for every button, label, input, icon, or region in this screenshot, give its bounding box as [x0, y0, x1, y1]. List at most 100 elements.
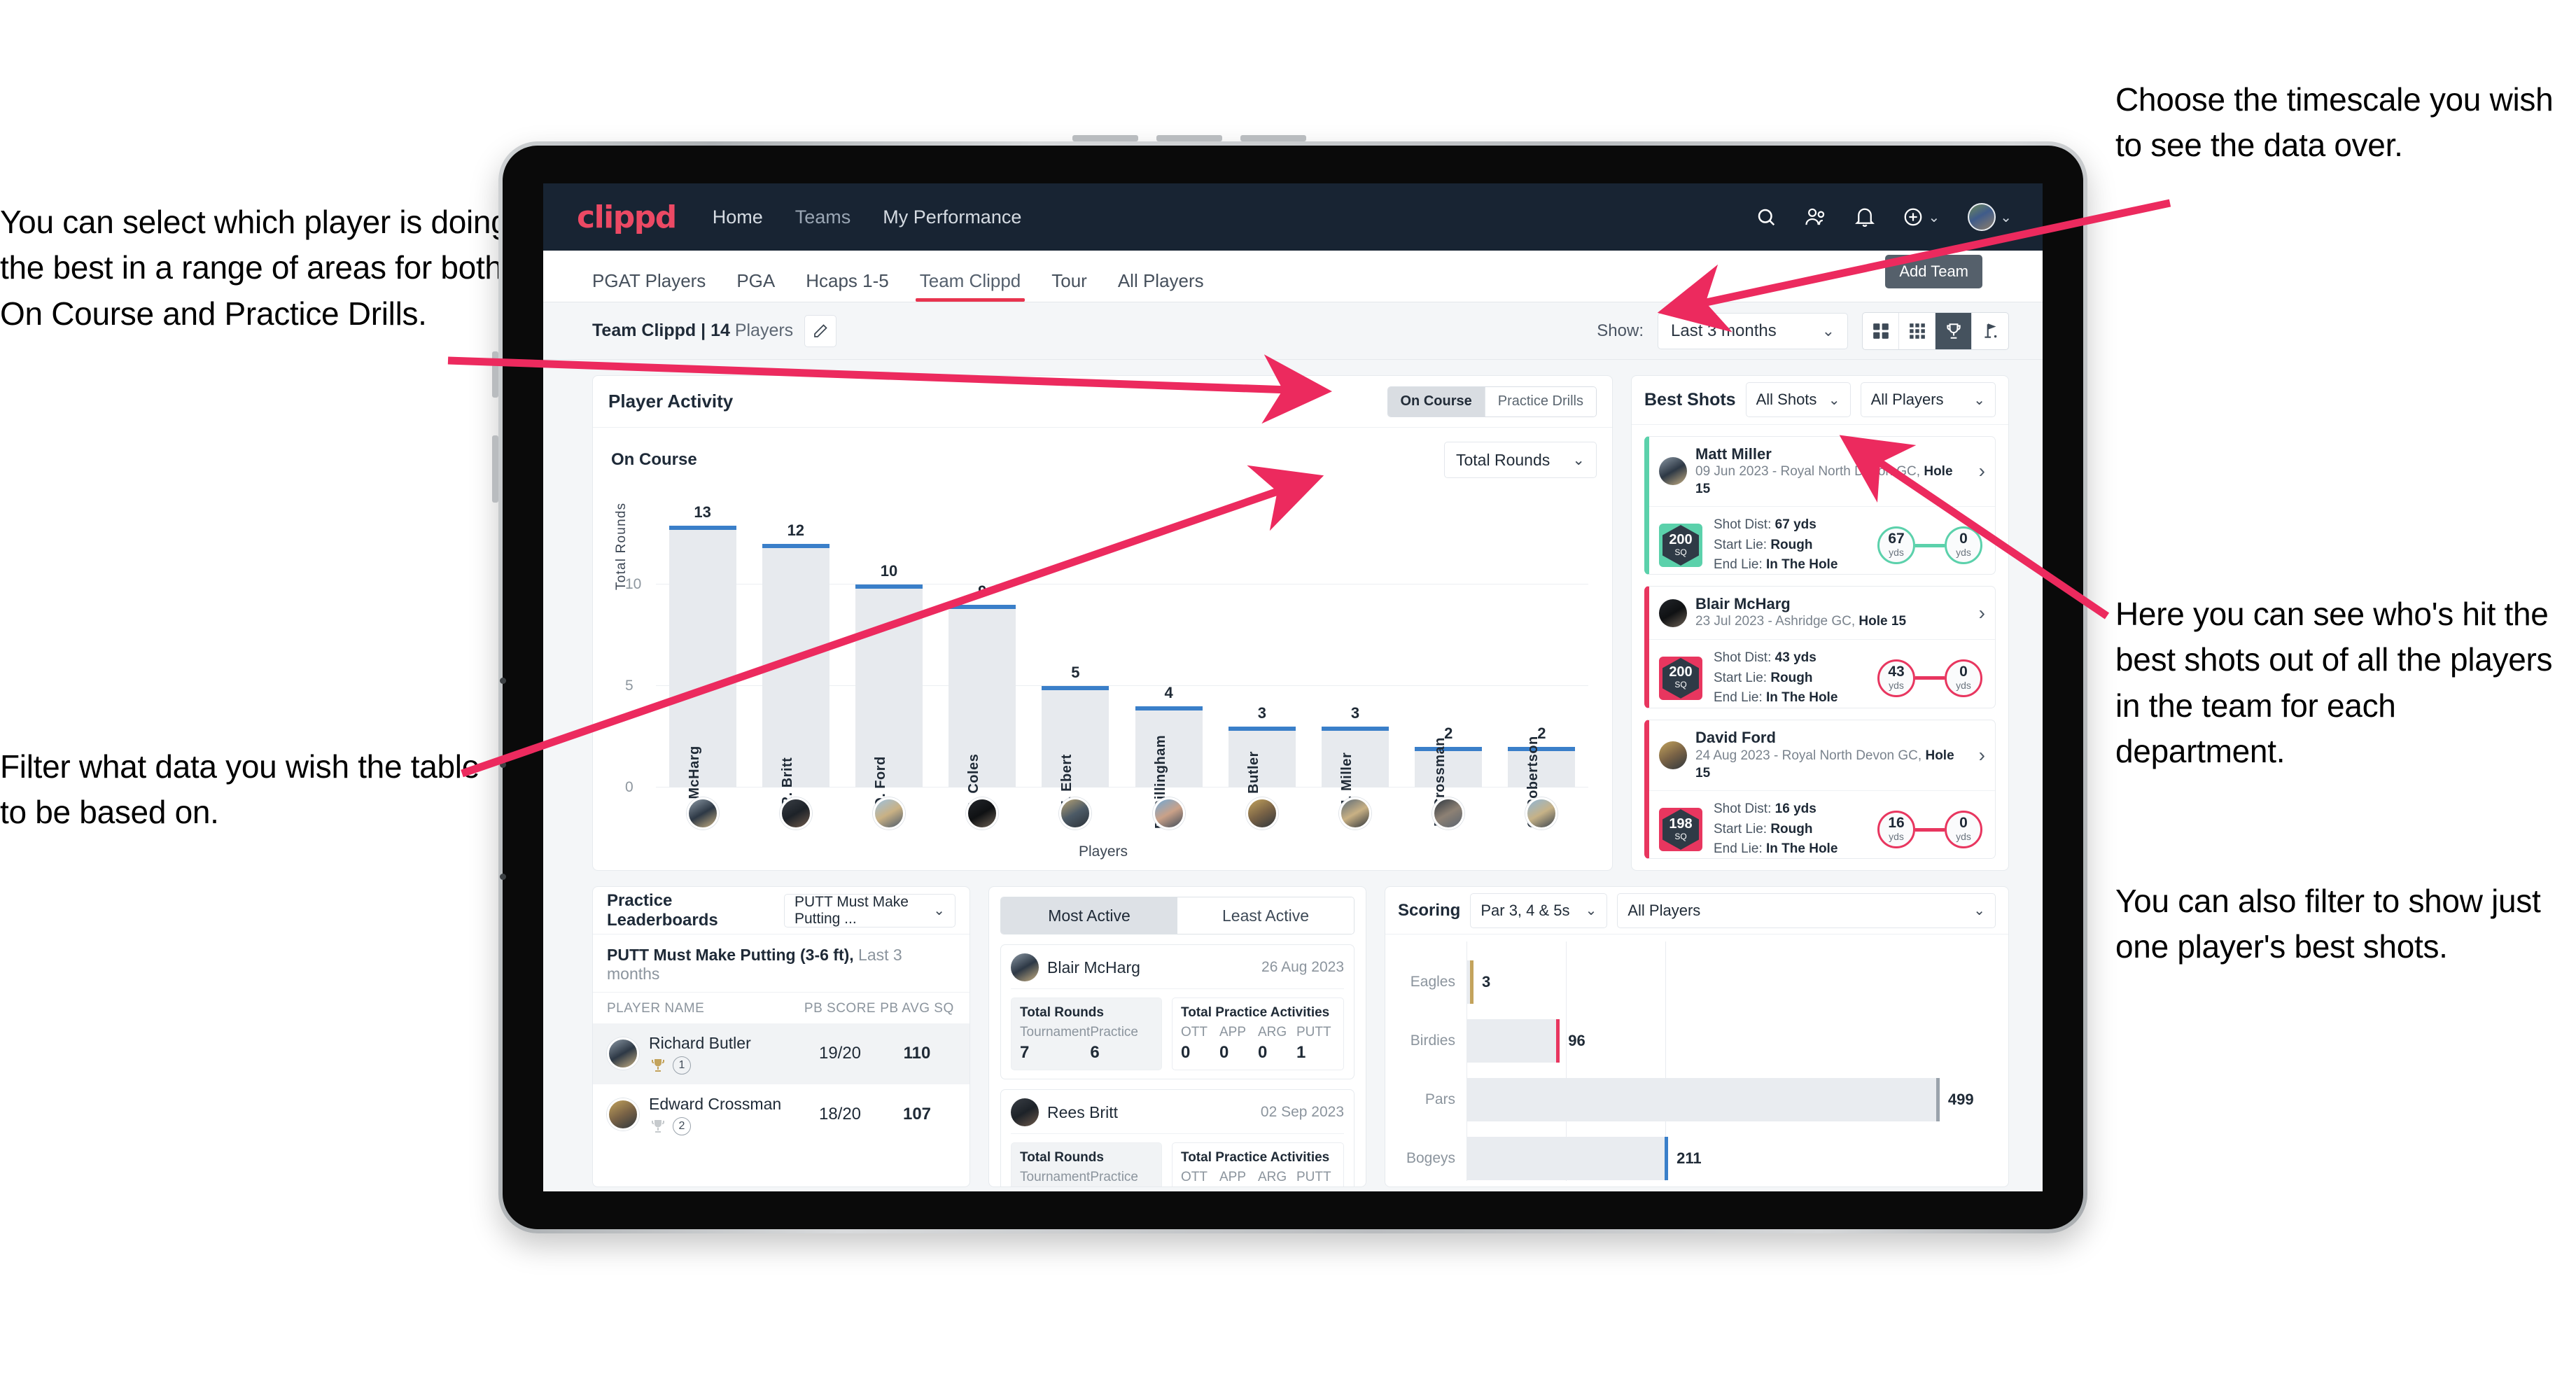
grid-view-icon[interactable] [1863, 312, 1899, 349]
tab-pga[interactable]: PGA [736, 270, 775, 302]
shot-to-value: 0 [1959, 663, 1968, 680]
scoring-row[interactable]: Bogeys 211 [1399, 1129, 1994, 1186]
best-shots-player-filter[interactable]: All Players ⌄ [1860, 382, 1996, 418]
scoring-player-filter[interactable]: All Players ⌄ [1617, 892, 1996, 928]
shot-dist-value: 16 yds [1774, 802, 1816, 817]
scoring-bar[interactable] [1466, 1137, 1669, 1180]
scoring-par-filter[interactable]: Par 3, 4 & 5s ⌄ [1470, 892, 1608, 928]
nav-link-teams[interactable]: Teams [794, 204, 853, 231]
scoring-category: Bogeys [1406, 1150, 1455, 1166]
table-row[interactable]: Richard Butler 1 19/20 110 [593, 1023, 969, 1084]
chart-bar[interactable]: E. Crossman [1415, 737, 1483, 827]
tab-tour[interactable]: Tour [1051, 270, 1087, 302]
scoring-row[interactable]: Eagles 3 [1399, 953, 1994, 1011]
chart-bar[interactable]: D. Billingham [1135, 706, 1203, 829]
edit-team-button[interactable] [804, 314, 837, 347]
chart-controls: On Course Total Rounds ⌄ [593, 428, 1612, 481]
scoring-player-filter-value: All Players [1628, 901, 1701, 919]
chevron-right-icon[interactable]: › [1979, 744, 1985, 766]
drill-select[interactable]: PUTT Must Make Putting ... ⌄ [783, 893, 955, 927]
device-button-side-1 [492, 351, 498, 398]
best-shot-card[interactable]: Matt Miller 09 Jun 2023 - Royal North Dev… [1644, 435, 1996, 575]
practice-stat: OTT0 [1181, 1170, 1219, 1186]
dots-grid-view-icon[interactable] [1899, 312, 1935, 349]
chart-bar[interactable]: B. McHarg [668, 526, 736, 818]
player-avatar-row [656, 797, 1588, 830]
metric-select[interactable]: Total Rounds ⌄ [1444, 442, 1597, 478]
best-shot-card[interactable]: Blair McHarg 23 Jul 2023 - Ashridge GC, H… [1644, 586, 1996, 709]
chart-bar-column[interactable]: 10 D. Ford [842, 503, 935, 808]
scoring-row[interactable]: Pars 499 [1399, 1070, 1994, 1129]
player-avatar[interactable] [1525, 797, 1558, 830]
shot-from-unit: yds [1889, 830, 1904, 842]
chart-bar-column[interactable]: 9 J. Coles [936, 503, 1029, 810]
segment-on-course[interactable]: On Course [1387, 386, 1485, 416]
chart-bar-column[interactable]: 12 R. Britt [749, 503, 842, 806]
tab-all-players[interactable]: All Players [1118, 270, 1204, 302]
nav-link-my-performance[interactable]: My Performance [881, 204, 1023, 231]
chart-bar-column[interactable]: 5 E. Ebert [1029, 503, 1122, 810]
player-avatar[interactable] [686, 797, 719, 830]
player-avatar[interactable] [1339, 797, 1372, 830]
shot-connector [1915, 676, 1945, 680]
scoring-row[interactable]: Birdies 96 [1399, 1011, 1994, 1070]
chart-bar-column[interactable]: 4 D. Billingham [1122, 503, 1215, 829]
chart-bar[interactable]: R. Butler [1228, 727, 1296, 813]
row-pb-score: 18/20 [818, 1105, 862, 1124]
table-row[interactable]: Edward Crossman 2 18/20 107 [593, 1084, 969, 1145]
chart-bar[interactable]: J. Coles [948, 605, 1016, 810]
practice-activities-stats: OTT 0 APP 0 ARG 0 PUTT 1 [1181, 1025, 1335, 1063]
chart-bar-column[interactable]: 13 B. McHarg [656, 503, 749, 818]
tab-hcaps-1-5[interactable]: Hcaps 1-5 [806, 270, 889, 302]
player-avatar [1011, 953, 1039, 981]
scoring-bar[interactable] [1466, 1078, 1940, 1121]
player-avatar[interactable] [1432, 797, 1465, 830]
search-icon[interactable] [1756, 206, 1777, 227]
clippd-logo[interactable]: clippd [577, 200, 677, 235]
avatar[interactable]: ⌄ [1968, 203, 2012, 231]
player-avatar[interactable] [1245, 797, 1278, 830]
chart-bar-column[interactable]: 3 R. Butler [1215, 503, 1308, 813]
scoring-track: 211 [1466, 1129, 1994, 1186]
chart-bar-column[interactable]: 2 E. Crossman [1402, 503, 1495, 827]
golf-flag-view-icon[interactable] [1972, 313, 2008, 349]
tab-team-clippd[interactable]: Team Clippd [915, 270, 1025, 302]
shot-from-unit: yds [1889, 546, 1904, 558]
practice-leaderboards-card: Practice Leaderboards PUTT Must Make Put… [592, 886, 970, 1187]
chart-bar-column[interactable]: 3 M. Miller [1308, 503, 1401, 811]
bell-icon[interactable] [1855, 206, 1875, 227]
chart-bar[interactable]: R. Britt [762, 544, 830, 806]
chevron-right-icon[interactable]: › [1979, 460, 1985, 482]
tab-pgat-players[interactable]: PGAT Players [592, 270, 706, 302]
tab-most-active[interactable]: Most Active [1001, 897, 1177, 934]
trophy-view-icon[interactable] [1935, 312, 1972, 349]
player-avatar[interactable] [1152, 797, 1185, 830]
best-shots-shot-filter[interactable]: All Shots ⌄ [1745, 382, 1851, 418]
chart-bar[interactable]: D. Ford [855, 584, 923, 808]
chart-bar[interactable]: C. Robertson [1508, 736, 1576, 828]
player-avatar[interactable] [966, 797, 999, 830]
scoring-bar[interactable] [1466, 960, 1474, 1004]
row-player-block: Edward Crossman 2 [649, 1094, 781, 1135]
scoring-bar[interactable] [1466, 1019, 1560, 1063]
row-player-cell: Richard Butler 1 [607, 1033, 802, 1074]
segment-practice-drills[interactable]: Practice Drills [1485, 386, 1596, 416]
period-select[interactable]: Last 3 months ⌄ [1658, 312, 1848, 349]
activity-card[interactable]: Blair McHarg 26 Aug 2023 Total Rounds Tourn… [1000, 944, 1354, 1079]
best-shot-card[interactable]: David Ford 24 Aug 2023 - Royal North Devo… [1644, 720, 1996, 859]
chevron-right-icon[interactable]: › [1979, 602, 1985, 624]
chart-bar[interactable]: E. Ebert [1042, 686, 1110, 810]
activity-card[interactable]: Rees Britt 02 Sep 2023 Total Rounds Tournam… [1000, 1089, 1354, 1186]
shot-quality-badge: 200 SQ [1659, 656, 1702, 700]
player-avatar[interactable] [779, 797, 812, 830]
shot-quality-badge: 200 SQ [1659, 524, 1702, 568]
chart-bar-column[interactable]: 2 C. Robertson [1495, 503, 1588, 828]
plus-circle-icon[interactable]: ⌄ [1903, 206, 1940, 227]
nav-link-home[interactable]: Home [711, 204, 764, 231]
best-shot-meta: 09 Jun 2023 - Royal North Devon GC, Hole… [1695, 463, 1970, 498]
player-avatar[interactable] [1059, 797, 1092, 830]
chart-bar[interactable]: M. Miller [1322, 727, 1389, 811]
people-icon[interactable] [1805, 206, 1827, 227]
tab-least-active[interactable]: Least Active [1177, 897, 1354, 934]
player-avatar[interactable] [873, 797, 905, 830]
